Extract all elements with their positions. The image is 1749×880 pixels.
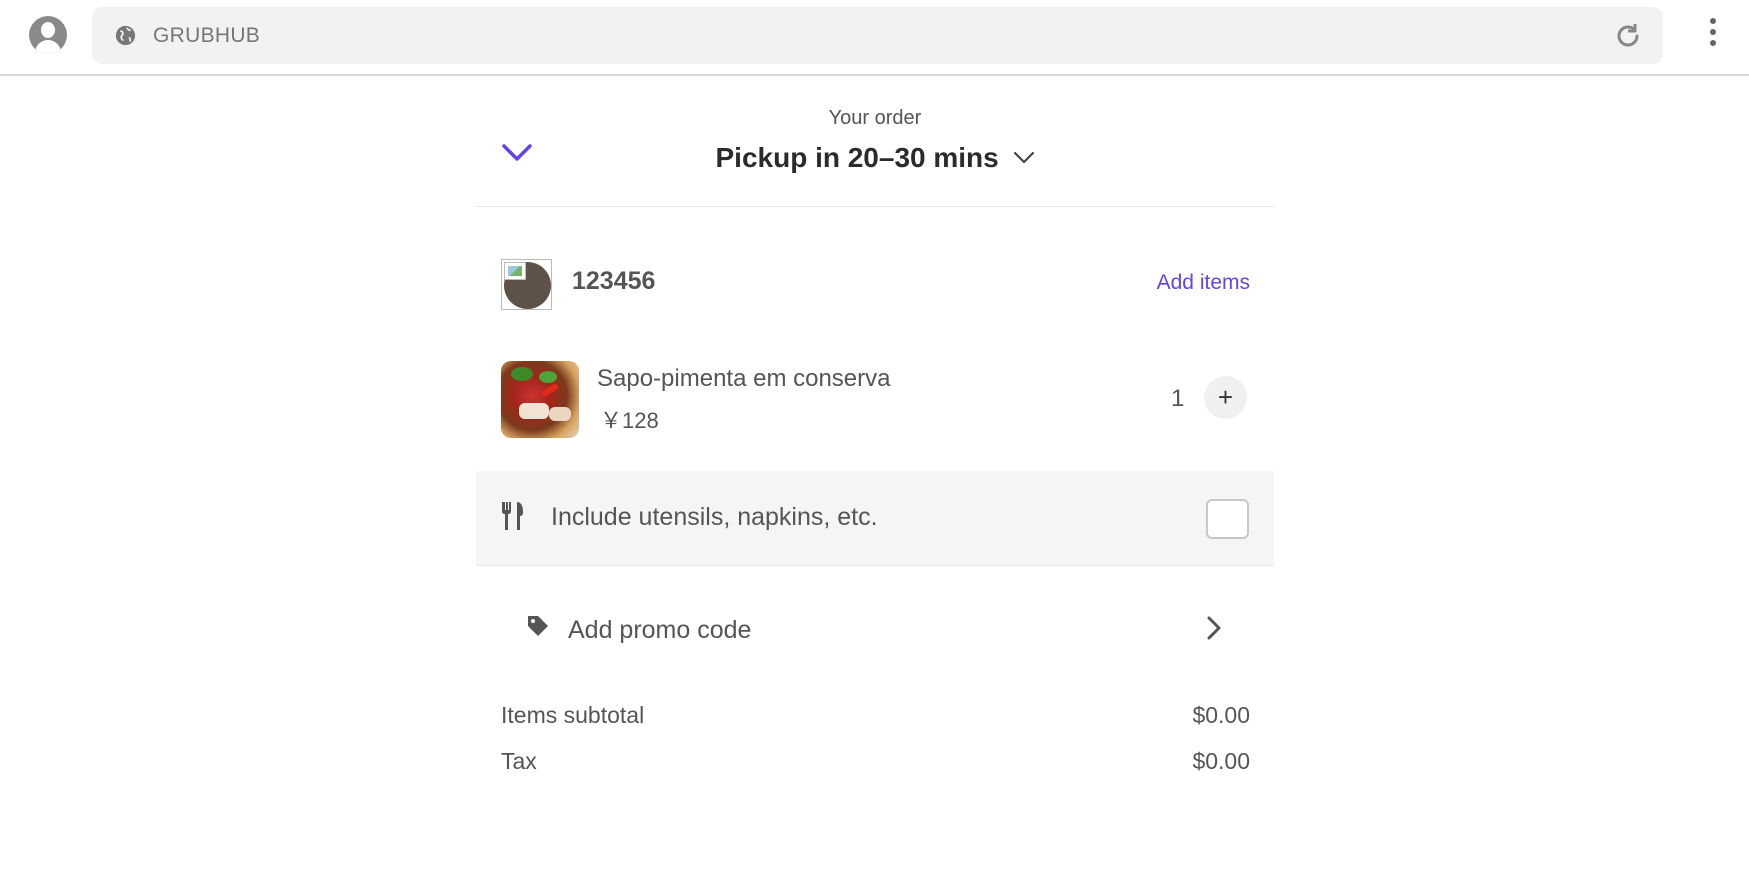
- more-options-icon[interactable]: [1705, 18, 1721, 54]
- utensils-checkbox[interactable]: [1206, 499, 1249, 539]
- pickup-label: Pickup in 20–30 mins: [715, 142, 999, 173]
- store-logo: [501, 259, 552, 310]
- store-name: 123456: [572, 267, 656, 295]
- avatar-icon[interactable]: [29, 16, 67, 54]
- promo-code-label: Add promo code: [568, 616, 752, 644]
- tax-value: $0.00: [1192, 748, 1250, 774]
- browser-toolbar: GRUBHUB: [0, 0, 1749, 76]
- globe-icon: [115, 25, 136, 46]
- item-image: [501, 361, 579, 438]
- order-panel: Your order Pickup in 20–30 mins 123456 A…: [476, 78, 1274, 880]
- item-quantity: 1: [1171, 385, 1185, 412]
- utensils-option[interactable]: Include utensils, napkins, etc.: [476, 471, 1274, 566]
- promo-code-row[interactable]: Add promo code: [476, 566, 1274, 686]
- order-totals: Items subtotal $0.00 Tax $0.00: [476, 686, 1274, 786]
- item-price: ￥128: [600, 408, 659, 433]
- subtotal-row: Items subtotal $0.00: [476, 694, 1274, 740]
- url-text: GRUBHUB: [153, 24, 261, 47]
- utensils-label: Include utensils, napkins, etc.: [551, 503, 878, 531]
- tax-label: Tax: [501, 748, 537, 774]
- subtotal-value: $0.00: [1192, 702, 1250, 728]
- chevron-down-icon: [1013, 151, 1034, 163]
- page-subtitle: Your order: [828, 107, 922, 129]
- increase-quantity-button[interactable]: +: [1204, 376, 1247, 419]
- address-bar[interactable]: GRUBHUB: [92, 7, 1663, 64]
- tag-icon: [528, 616, 548, 636]
- store-row: 123456 Add items: [476, 207, 1274, 360]
- item-name: Sapo-pimenta em conserva: [597, 365, 891, 392]
- reload-icon[interactable]: [1613, 21, 1643, 51]
- chevron-right-icon: [1207, 616, 1221, 640]
- cart-item: Sapo-pimenta em conserva ￥128 1 +: [476, 360, 1274, 471]
- tax-row: Tax $0.00: [476, 740, 1274, 786]
- order-header: Your order Pickup in 20–30 mins: [476, 78, 1274, 207]
- add-items-link[interactable]: Add items: [1157, 271, 1250, 295]
- utensils-icon: [502, 502, 523, 530]
- broken-image-icon: [504, 262, 526, 280]
- pickup-time-selector[interactable]: Pickup in 20–30 mins: [476, 142, 1274, 174]
- subtotal-label: Items subtotal: [501, 702, 645, 728]
